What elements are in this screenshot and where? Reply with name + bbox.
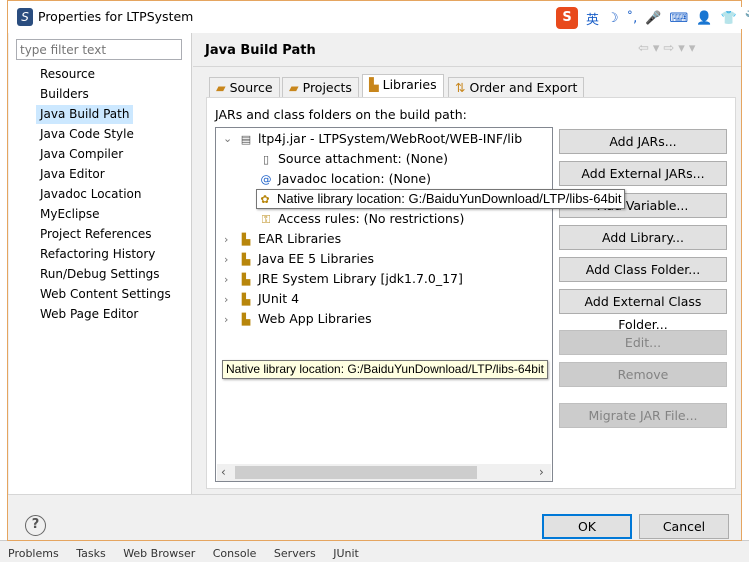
chevron-right-icon[interactable]: › <box>224 253 228 266</box>
tree-item-access-rules[interactable]: ⚿ Access rules: (No restrictions) <box>258 209 465 229</box>
bg-tab[interactable]: JUnit <box>333 547 359 560</box>
horizontal-scrollbar[interactable]: ‹ › <box>217 464 551 481</box>
bg-tab[interactable]: Problems <box>8 547 59 560</box>
microphone-icon[interactable]: 🎤 <box>645 11 661 26</box>
window-title: Properties for LTPSystem <box>38 9 194 24</box>
cancel-button[interactable]: Cancel <box>639 514 729 539</box>
library-icon: ▙ <box>241 293 251 306</box>
nav-item-run-debug-settings[interactable]: Run/Debug Settings <box>36 265 164 284</box>
source-attachment-icon: ▯ <box>262 153 270 166</box>
ime-moon-icon[interactable]: ☽ <box>607 11 619 26</box>
tab-projects[interactable]: ▰ Projects <box>282 77 359 98</box>
order-icon: ⇅ <box>455 80 466 95</box>
filter-input[interactable] <box>16 39 182 60</box>
edit-button[interactable]: Edit... <box>559 330 727 355</box>
tree-item-library[interactable]: ▙ Web App Libraries <box>238 309 372 329</box>
nav-item-web-content-settings[interactable]: Web Content Settings <box>36 285 175 304</box>
tree-item-library[interactable]: ▙ Java EE 5 Libraries <box>238 249 374 269</box>
bg-tab[interactable]: Console <box>213 547 257 560</box>
nav-item-java-compiler[interactable]: Java Compiler <box>36 145 127 164</box>
nav-item-myeclipse[interactable]: MyEclipse <box>36 205 104 224</box>
tab-source[interactable]: ▰ Source <box>209 77 280 98</box>
title-bar: S Properties for LTPSystem S 英 ☽ ˚, 🎤 ⌨ … <box>8 1 749 33</box>
ime-punct-icon[interactable]: ˚, <box>627 11 638 26</box>
chevron-right-icon[interactable]: › <box>224 293 228 306</box>
add-jars-button[interactable]: Add JARs... <box>559 129 727 154</box>
native-library-icon: ✿ <box>260 194 270 206</box>
properties-dialog: S Properties for LTPSystem S 英 ☽ ˚, 🎤 ⌨ … <box>7 0 749 541</box>
remove-button[interactable]: Remove <box>559 362 727 387</box>
ime-toolbar: S 英 ☽ ˚, 🎤 ⌨ 👤 👕 🔧 <box>556 7 749 29</box>
chevron-right-icon[interactable]: › <box>224 313 228 326</box>
nav-item-java-build-path[interactable]: Java Build Path <box>36 105 134 124</box>
library-icon: ▙ <box>369 77 379 92</box>
library-icon: ▙ <box>241 273 251 286</box>
tab-order-and-export[interactable]: ⇅ Order and Export <box>448 77 585 98</box>
scrollbar-thumb[interactable] <box>235 466 477 479</box>
nav-item-java-code-style[interactable]: Java Code Style <box>36 125 138 144</box>
tab-libraries[interactable]: ▙ Libraries <box>362 74 444 98</box>
skin-icon[interactable]: 👕 <box>720 11 736 26</box>
help-icon[interactable]: ? <box>25 515 46 536</box>
tree-item-library[interactable]: ▙ JUnit 4 <box>238 289 299 309</box>
add-library-button[interactable]: Add Library... <box>559 225 727 250</box>
nav-item-builders[interactable]: Builders <box>36 85 93 104</box>
libraries-panel: JARs and class folders on the build path… <box>206 97 736 489</box>
tools-icon[interactable]: 🔧 <box>745 11 749 26</box>
scroll-left-icon[interactable]: ‹ <box>221 465 226 479</box>
tree-item-native-library[interactable]: ✿ Native library location: G:/BaiduYunDow… <box>256 189 626 209</box>
app-icon: S <box>17 8 33 26</box>
source-folder-icon: ▰ <box>216 80 226 95</box>
tooltip: Native library location: G:/BaiduYunDown… <box>222 360 548 379</box>
page-title: Java Build Path <box>205 43 316 58</box>
nav-item-web-page-editor[interactable]: Web Page Editor <box>36 305 142 324</box>
panel-label: JARs and class folders on the build path… <box>215 107 467 122</box>
tree-item-library[interactable]: ▙ JRE System Library [jdk1.7.0_17] <box>238 269 463 289</box>
jar-icon: ▤ <box>240 133 252 146</box>
add-external-class-folder-button[interactable]: Add External Class Folder... <box>559 289 727 332</box>
chevron-right-icon[interactable]: › <box>224 273 228 286</box>
tree-item-library[interactable]: ▙ EAR Libraries <box>238 229 341 249</box>
library-icon: ▙ <box>241 233 251 246</box>
nav-item-refactoring-history[interactable]: Refactoring History <box>36 245 159 264</box>
library-icon: ▙ <box>241 253 251 266</box>
add-external-jars-button[interactable]: Add External JARs... <box>559 161 727 186</box>
nav-item-java-editor[interactable]: Java Editor <box>36 165 109 184</box>
javadoc-icon: @ <box>260 173 272 186</box>
access-rules-icon: ⚿ <box>261 213 271 226</box>
nav-item-project-references[interactable]: Project References <box>36 225 156 244</box>
divider <box>193 66 741 67</box>
back-forward-menu-icons[interactable]: ⇦▾⇨▾▾ <box>638 41 699 56</box>
build-path-tree[interactable]: ⌄ ▤ ltp4j.jar - LTPSystem/WebRoot/WEB-INF… <box>215 127 626 482</box>
library-icon: ▙ <box>241 313 251 326</box>
background-eclipse-view-tabs: Problems Tasks Web Browser Console Serve… <box>0 540 749 562</box>
bg-tab[interactable]: Tasks <box>76 547 105 560</box>
add-class-folder-button[interactable]: Add Class Folder... <box>559 257 727 282</box>
bg-tab[interactable]: Servers <box>274 547 316 560</box>
scroll-right-icon[interactable]: › <box>539 465 544 479</box>
bg-tab[interactable]: Web Browser <box>123 547 195 560</box>
ime-lang-icon[interactable]: 英 <box>586 9 599 28</box>
migrate-jar-button[interactable]: Migrate JAR File... <box>559 403 727 428</box>
tree-item-source-attachment[interactable]: ▯ Source attachment: (None) <box>258 149 448 169</box>
divider <box>8 494 741 495</box>
tree-item-jar[interactable]: ▤ ltp4j.jar - LTPSystem/WebRoot/WEB-INF/l… <box>238 129 522 149</box>
ok-button[interactable]: OK <box>542 514 632 539</box>
keyboard-icon[interactable]: ⌨ <box>670 11 689 26</box>
category-pane: Resource Builders Java Build Path Java C… <box>9 33 192 494</box>
sogou-logo-icon[interactable]: S <box>556 7 578 29</box>
chevron-down-icon[interactable]: ⌄ <box>223 132 232 145</box>
nav-item-javadoc-location[interactable]: Javadoc Location <box>36 185 145 204</box>
projects-icon: ▰ <box>289 80 299 95</box>
nav-item-resource[interactable]: Resource <box>36 65 99 84</box>
user-icon[interactable]: 👤 <box>696 11 712 26</box>
tree-item-javadoc-location[interactable]: @ Javadoc location: (None) <box>258 169 431 189</box>
chevron-right-icon[interactable]: › <box>224 233 228 246</box>
